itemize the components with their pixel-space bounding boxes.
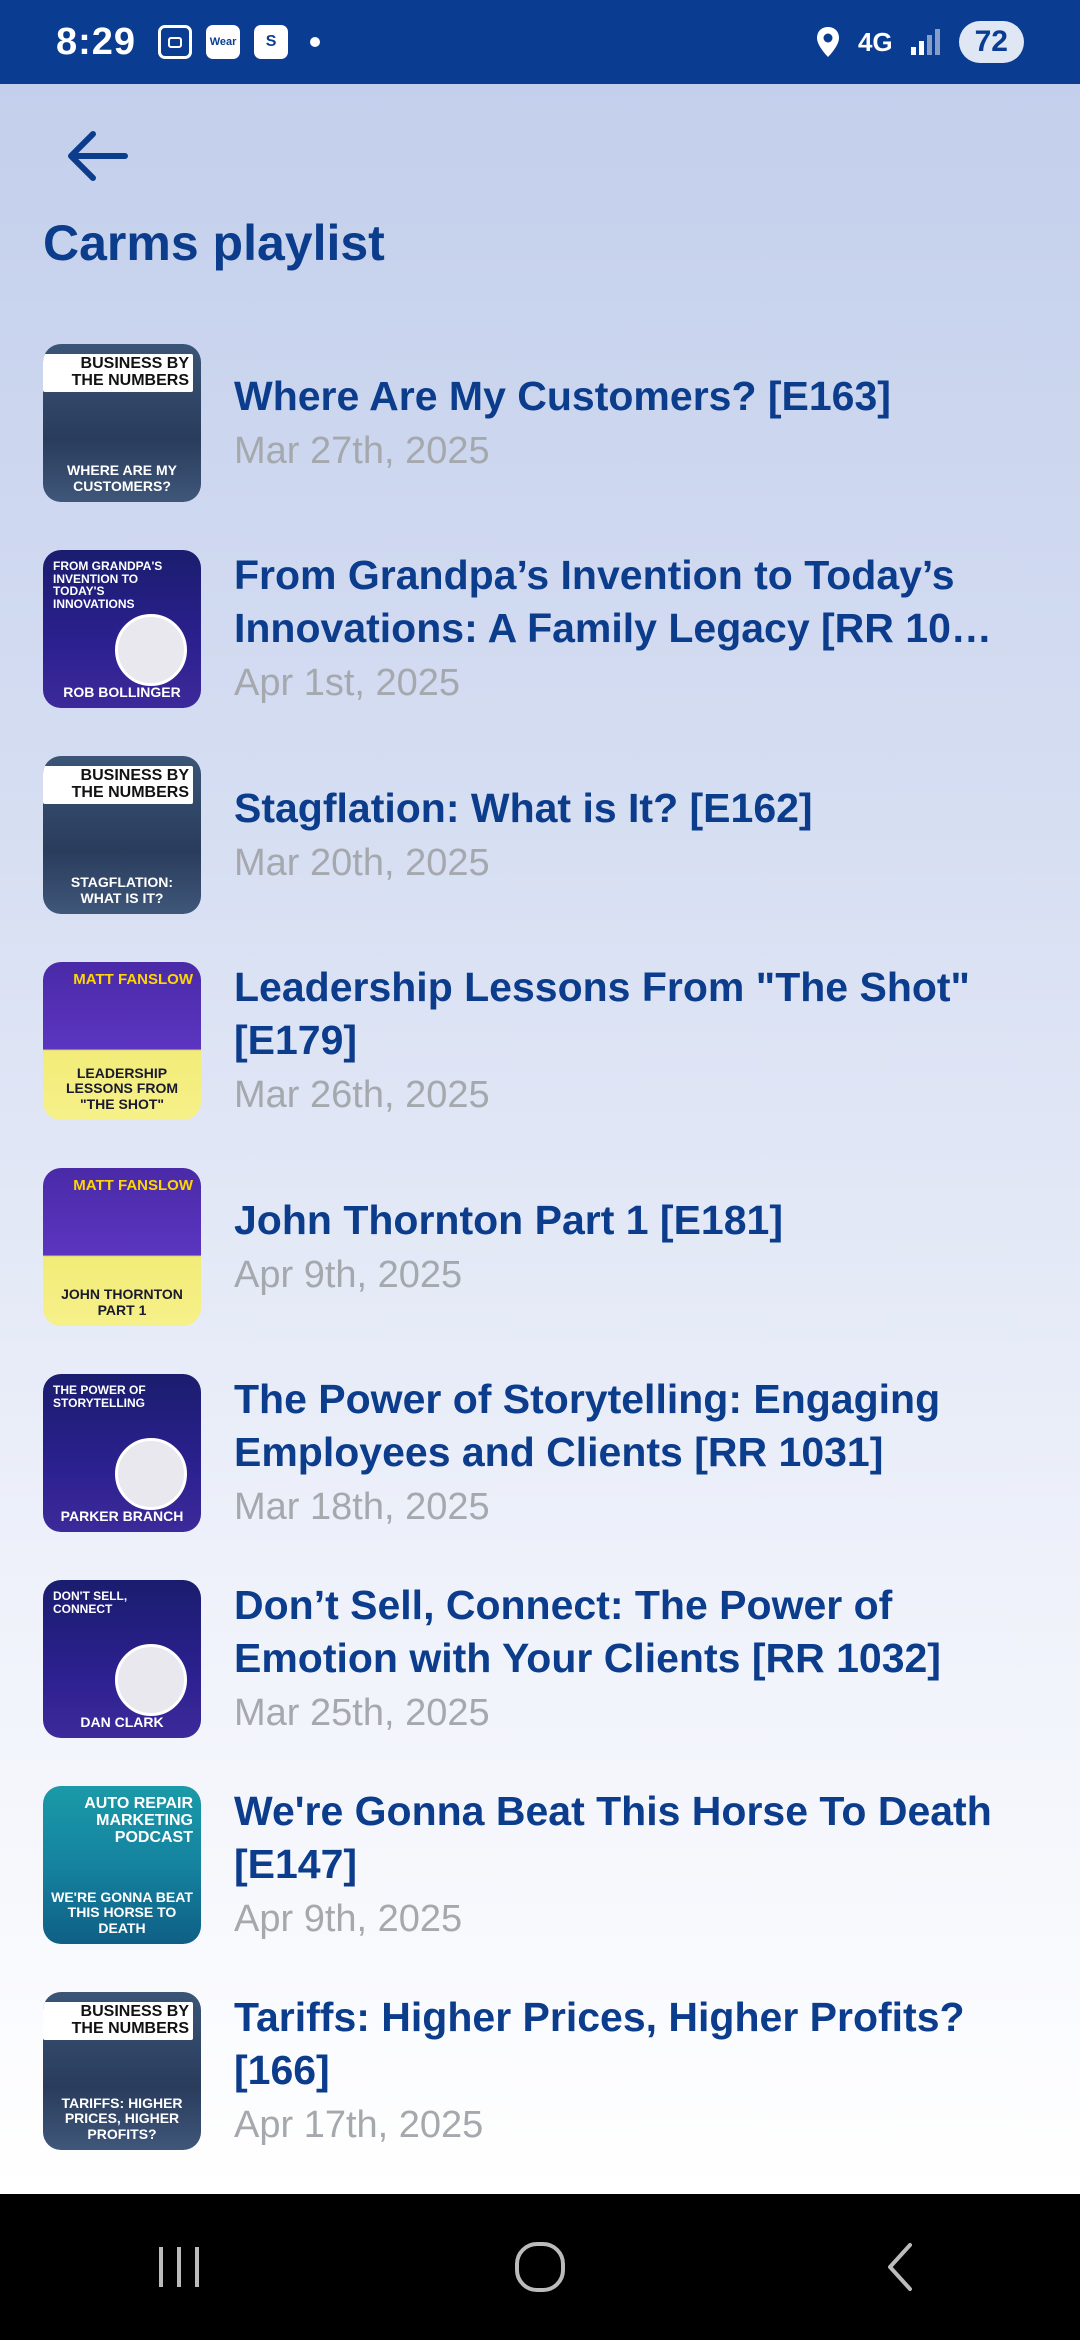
wear-icon: Wear (206, 25, 241, 59)
notification-icons: Wear S (158, 25, 321, 59)
episode-title: From Grandpa’s Invention to Today’s Inno… (234, 552, 992, 651)
episode-list: Business by the Numbers Where Are My Cust… (0, 320, 1080, 2174)
status-right: 4G 72 (814, 21, 1024, 63)
battery-indicator: 72 (958, 21, 1024, 63)
s-app-icon: S (254, 25, 289, 59)
recent-apps-button[interactable] (120, 2217, 240, 2317)
episode-text: The Power of Storytelling: Engaging Empl… (234, 1373, 1040, 1533)
thumbnail-heading: Matt Fanslow (73, 1177, 193, 1194)
thumbnail-caption: Where Are My Customers? (67, 462, 177, 494)
thumbnail-heading: Don't Sell, Connect (53, 1589, 128, 1616)
episode-item[interactable]: Business by the Numbers Where Are My Cust… (0, 320, 1080, 526)
episode-date: Apr 1st, 2025 (234, 662, 461, 704)
episode-text: Tariffs: Higher Prices, Higher Profits? … (234, 1991, 1040, 2151)
episode-item[interactable]: Business by the Numbers Tariffs: Higher P… (0, 1968, 1080, 2174)
more-notifications-dot (310, 37, 321, 47)
system-back-button[interactable] (840, 2217, 960, 2317)
location-icon (816, 27, 839, 57)
episode-date: Mar 18th, 2025 (234, 1486, 490, 1528)
episode-item[interactable]: Matt Fanslow Leadership Lessons From "The… (0, 938, 1080, 1144)
thumbnail-heading: From Grandpa's Invention to Today's Inno… (53, 559, 163, 611)
signal-icon (910, 29, 940, 55)
status-time: 8:29 (56, 20, 137, 63)
thumbnail-caption: John Thornton Part 1 (61, 1286, 183, 1318)
status-bar: 8:29 Wear S 4G 72 (0, 0, 1080, 84)
episode-thumbnail: Business by the Numbers Tariffs: Higher P… (43, 1992, 201, 2150)
episode-date: Apr 17th, 2025 (234, 2104, 484, 2146)
thumbnail-heading: Auto Repair Marketing Podcast (84, 1795, 193, 1846)
episode-text: Stagflation: What is It? [E162] Mar 20th,… (234, 782, 1040, 889)
home-icon (515, 2242, 565, 2292)
episode-date: Mar 20th, 2025 (234, 841, 490, 884)
episode-item[interactable]: Business by the Numbers Stagflation: What… (0, 732, 1080, 938)
episode-thumbnail: Don't Sell, Connect Dan Clark (43, 1580, 201, 1738)
guest-avatar (115, 1438, 187, 1510)
episode-text: From Grandpa’s Invention to Today’s Inno… (234, 549, 1040, 709)
thumbnail-caption: Leadership Lessons From "The Shot" (65, 1064, 178, 1112)
episode-thumbnail: Auto Repair Marketing Podcast We're Gonna… (43, 1786, 201, 1944)
system-nav-bar (0, 2194, 1080, 2340)
episode-text: Leadership Lessons From "The Shot" [E179… (234, 961, 1040, 1121)
episode-text: Where Are My Customers? [E163] Mar 27th, … (234, 370, 1040, 477)
episode-thumbnail: Matt Fanslow Leadership Lessons From "The… (43, 962, 201, 1120)
thumbnail-caption: Dan Clark (80, 1713, 164, 1730)
network-type: 4G (857, 26, 893, 57)
episode-title: John Thornton Part 1 [E181] (234, 1196, 783, 1243)
episode-thumbnail: Business by the Numbers Where Are My Cust… (43, 344, 201, 502)
thumbnail-heading: Matt Fanslow (73, 971, 193, 988)
recent-apps-icon (159, 2247, 199, 2287)
thumbnail-heading: The Power of Storytelling (53, 1383, 146, 1410)
guest-avatar (115, 1644, 187, 1716)
episode-date: Mar 25th, 2025 (234, 1692, 490, 1734)
guest-avatar (115, 614, 187, 686)
back-button[interactable] (52, 112, 140, 200)
episode-text: We're Gonna Beat This Horse To Death [E1… (234, 1785, 1040, 1945)
episode-title: Leadership Lessons From "The Shot" [E179… (234, 964, 970, 1063)
thumbnail-caption: Tariffs: Higher Prices, Higher Profits? (61, 2094, 183, 2142)
episode-title: The Power of Storytelling: Engaging Empl… (234, 1376, 941, 1475)
episode-item[interactable]: Don't Sell, Connect Dan Clark Don’t Sell, … (0, 1556, 1080, 1762)
episode-thumbnail: The Power of Storytelling Parker Branch (43, 1374, 201, 1532)
episode-title: Don’t Sell, Connect: The Power of Emotio… (234, 1582, 941, 1681)
episode-text: John Thornton Part 1 [E181] Apr 9th, 2025 (234, 1194, 1040, 1301)
screenshot-icon (158, 25, 193, 59)
episode-thumbnail: Business by the Numbers Stagflation: What… (43, 756, 201, 914)
episode-item[interactable]: Matt Fanslow John Thornton Part 1 John Tho… (0, 1144, 1080, 1350)
episode-title: Where Are My Customers? [E163] (234, 372, 891, 419)
arrow-left-icon (68, 131, 128, 181)
playlist-screen: Carms playlist Business by the Numbers Wh… (0, 84, 1080, 2194)
episode-date: Apr 9th, 2025 (234, 1898, 463, 1940)
thumbnail-heading: Business by the Numbers (43, 2002, 193, 2040)
episode-title: We're Gonna Beat This Horse To Death [E1… (234, 1788, 992, 1887)
episode-item[interactable]: The Power of Storytelling Parker Branch Th… (0, 1350, 1080, 1556)
thumbnail-heading: Business by the Numbers (43, 766, 193, 804)
episode-item[interactable]: Auto Repair Marketing Podcast We're Gonna… (0, 1762, 1080, 1968)
episode-item[interactable]: From Grandpa's Invention to Today's Inno… (0, 526, 1080, 732)
thumbnail-caption: Parker Branch (60, 1507, 184, 1524)
home-button[interactable] (480, 2217, 600, 2317)
episode-date: Mar 26th, 2025 (234, 1074, 490, 1116)
episode-date: Apr 9th, 2025 (234, 1253, 463, 1296)
thumbnail-caption: Stagflation: What is It? (70, 874, 174, 906)
thumbnail-caption: We're Gonna Beat This Horse To Death (51, 1888, 193, 1936)
episode-text: Don’t Sell, Connect: The Power of Emotio… (234, 1579, 1040, 1739)
thumbnail-caption: Rob Bollinger (63, 683, 181, 700)
page-title: Carms playlist (43, 215, 385, 271)
thumbnail-heading: Business by the Numbers (43, 354, 193, 392)
episode-thumbnail: Matt Fanslow John Thornton Part 1 (43, 1168, 201, 1326)
chevron-left-icon (888, 2243, 912, 2291)
episode-thumbnail: From Grandpa's Invention to Today's Inno… (43, 550, 201, 708)
episode-title: Stagflation: What is It? [E162] (234, 784, 813, 831)
episode-date: Mar 27th, 2025 (234, 429, 490, 472)
episode-title: Tariffs: Higher Prices, Higher Profits? … (234, 1994, 965, 2093)
